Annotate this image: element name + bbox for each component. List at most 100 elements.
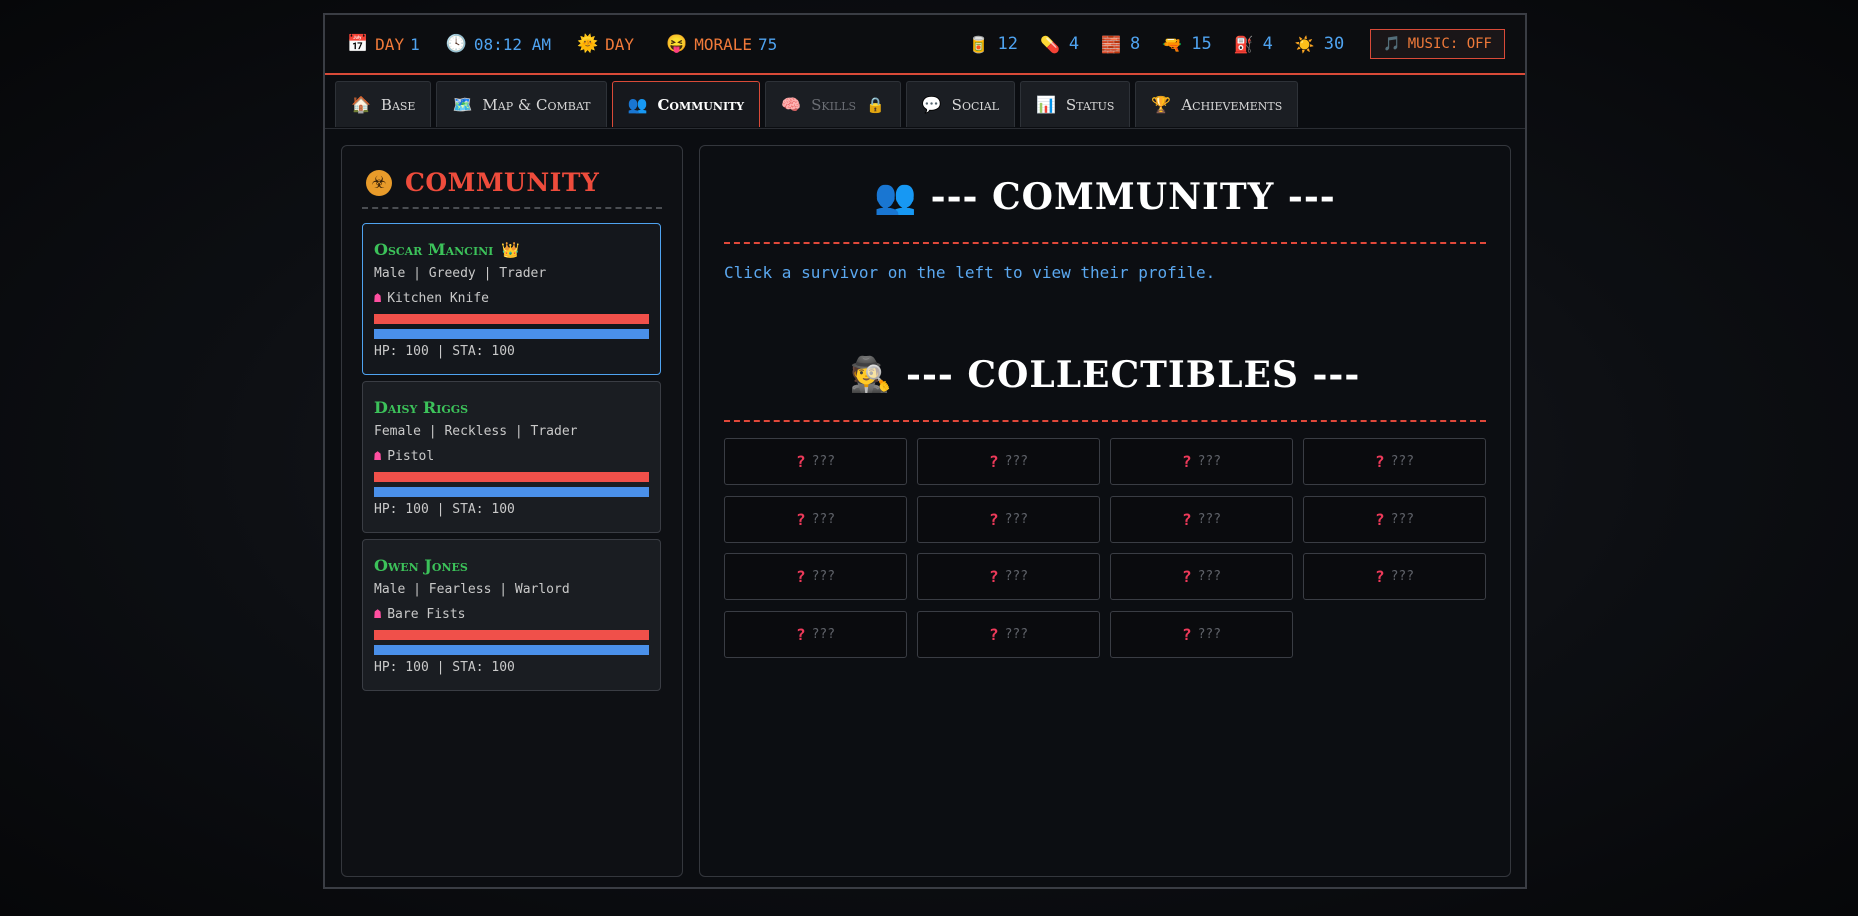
question-mark-icon: ? — [1374, 452, 1385, 471]
collectibles-heading-text: --- COLLECTIBLES --- — [906, 354, 1361, 396]
collectible-slot[interactable]: ???? — [1303, 438, 1486, 485]
survivor-weapon: ☗ Pistol — [374, 449, 434, 464]
collectible-slot[interactable]: ???? — [1110, 553, 1293, 600]
stamina-bar — [374, 329, 649, 339]
collectible-name: ??? — [1004, 511, 1029, 527]
weapon-icon: ☗ — [374, 449, 382, 463]
divider — [362, 207, 662, 209]
survivor-stats: HP: 100 | STA: 100 — [374, 660, 515, 675]
fuel-value: 4 — [1262, 34, 1273, 54]
survivor-card[interactable]: Daisy Riggs Female | Reckless | Trader ☗… — [362, 381, 661, 533]
profile-hint-text: Click a survivor on the left to view the… — [724, 263, 1216, 282]
collectible-name: ??? — [1390, 569, 1415, 584]
collectible-name: ??? — [811, 569, 836, 584]
divider — [724, 242, 1486, 244]
tab-community-label: Community — [657, 95, 745, 114]
collectible-slot[interactable]: ???? — [724, 553, 907, 600]
morale-label: MORALE — [694, 34, 752, 54]
time-value: 08:12 AM — [473, 34, 551, 54]
weapon-name: Pistol — [387, 449, 435, 464]
collectibles-heading: 🕵️ --- COLLECTIBLES --- — [700, 354, 1510, 396]
survivor-stats: HP: 100 | STA: 100 — [374, 502, 515, 517]
collectible-slot[interactable]: ???? — [724, 610, 907, 658]
calendar-icon: 📅 — [347, 34, 369, 54]
survivor-traits: Male | Fearless | Warlord — [374, 582, 570, 597]
survivor-list-panel: ☣ COMMUNITY Oscar Mancini 👑 Male | Greedy… — [341, 145, 683, 877]
collectible-slot[interactable]: ???? — [917, 495, 1100, 543]
tab-achievements-label: Achievements — [1181, 95, 1283, 114]
bar-chart-icon: 📊 — [1035, 95, 1056, 114]
collectible-slot[interactable]: ???? — [1303, 495, 1486, 543]
community-heading: 👥 --- COMMUNITY --- — [700, 176, 1510, 218]
collectible-slot[interactable]: ???? — [917, 438, 1100, 485]
brain-icon: 🧠 — [781, 95, 802, 114]
detail-panel: 👥 --- COMMUNITY --- Click a survivor on … — [699, 145, 1511, 877]
music-toggle-button[interactable]: 🎵 MUSIC: OFF — [1370, 29, 1505, 59]
tab-status-label: Status — [1065, 95, 1115, 114]
tab-skills[interactable]: 🧠 Skills 🔒 — [765, 81, 901, 127]
people-icon: 👥 — [627, 95, 648, 114]
clock: 🕓 08:12 AM — [446, 34, 551, 54]
tab-skills-label: Skills — [811, 95, 857, 114]
day-phase: 🌞 DAY — [577, 34, 640, 54]
question-mark-icon: ? — [795, 509, 806, 529]
survivor-name: Daisy Riggs — [374, 398, 469, 417]
day-label: DAY — [375, 34, 405, 54]
resource-medicine: 💊 4 — [1040, 34, 1079, 54]
tab-social[interactable]: 💬 Social — [905, 81, 1015, 127]
morale-face-icon: 😝 — [666, 34, 688, 54]
survivor-card[interactable]: Owen Jones Male | Fearless | Warlord ☗ Ba… — [362, 539, 661, 691]
collectible-name: ??? — [1197, 454, 1222, 469]
tab-divider — [325, 128, 1525, 129]
hp-bar — [374, 630, 649, 640]
sun-energy-icon: ☀️ — [1294, 34, 1315, 54]
detective-icon: 🕵️ — [849, 355, 893, 395]
phase-label: DAY — [605, 34, 635, 54]
ammo-value: 15 — [1191, 34, 1212, 54]
tab-base[interactable]: 🏠 Base — [335, 81, 432, 127]
collectible-slot[interactable]: ???? — [1110, 438, 1293, 485]
survivor-list-header: ☣ COMMUNITY — [366, 168, 599, 197]
clock-icon: 🕓 — [445, 34, 467, 54]
question-mark-icon: ? — [795, 452, 806, 471]
collectible-name: ??? — [1197, 626, 1222, 642]
food-can-icon: 🥫 — [968, 34, 989, 54]
collectible-slot[interactable]: ???? — [917, 610, 1100, 658]
collectible-slot[interactable]: ???? — [1303, 553, 1486, 600]
survivor-card[interactable]: Oscar Mancini 👑 Male | Greedy | Trader ☗ K… — [362, 223, 661, 375]
resource-ammo: 🔫 15 — [1162, 34, 1211, 54]
survivor-traits: Male | Greedy | Trader — [374, 266, 547, 281]
collectible-name: ??? — [1004, 626, 1029, 642]
tab-community[interactable]: 👥 Community — [611, 81, 761, 127]
weapon-icon: ☗ — [374, 607, 382, 621]
tab-status[interactable]: 📊 Status — [1019, 81, 1131, 127]
weapon-name: Kitchen Knife — [387, 291, 489, 306]
question-mark-icon: ? — [988, 509, 999, 529]
collectible-name: ??? — [811, 511, 836, 527]
hp-bar — [374, 314, 649, 324]
question-mark-icon: ? — [988, 567, 999, 586]
tab-base-label: Base — [380, 95, 416, 114]
resource-energy: ☀️ 30 — [1295, 34, 1344, 54]
status-bar: 📅 DAY 1 🕓 08:12 AM 🌞 DAY 😝 MORALE 75 🥫 1… — [325, 15, 1525, 75]
fuel-icon: ⛽ — [1233, 34, 1254, 54]
collectible-slot[interactable]: ???? — [724, 438, 907, 485]
tab-map-label: Map & Combat — [482, 95, 591, 114]
tab-achievements[interactable]: 🏆 Achievements — [1135, 81, 1299, 127]
survivor-traits: Female | Reckless | Trader — [374, 424, 578, 439]
tab-map-combat[interactable]: 🗺️ Map & Combat — [436, 81, 607, 127]
gun-icon: 🔫 — [1162, 34, 1183, 54]
collectible-slot[interactable]: ???? — [1110, 495, 1293, 543]
biohazard-icon: ☣ — [366, 169, 392, 196]
stamina-bar — [374, 645, 649, 655]
collectible-slot[interactable]: ???? — [1110, 610, 1293, 658]
pill-icon: 💊 — [1039, 34, 1060, 54]
medicine-value: 4 — [1068, 34, 1080, 54]
collectible-name: ??? — [811, 454, 836, 469]
collectible-slot[interactable]: ???? — [724, 495, 907, 543]
collectible-name: ??? — [811, 626, 836, 642]
food-value: 12 — [997, 34, 1018, 54]
question-mark-icon: ? — [1181, 509, 1192, 529]
collectible-slot[interactable]: ???? — [917, 553, 1100, 600]
question-mark-icon: ? — [1374, 509, 1385, 529]
